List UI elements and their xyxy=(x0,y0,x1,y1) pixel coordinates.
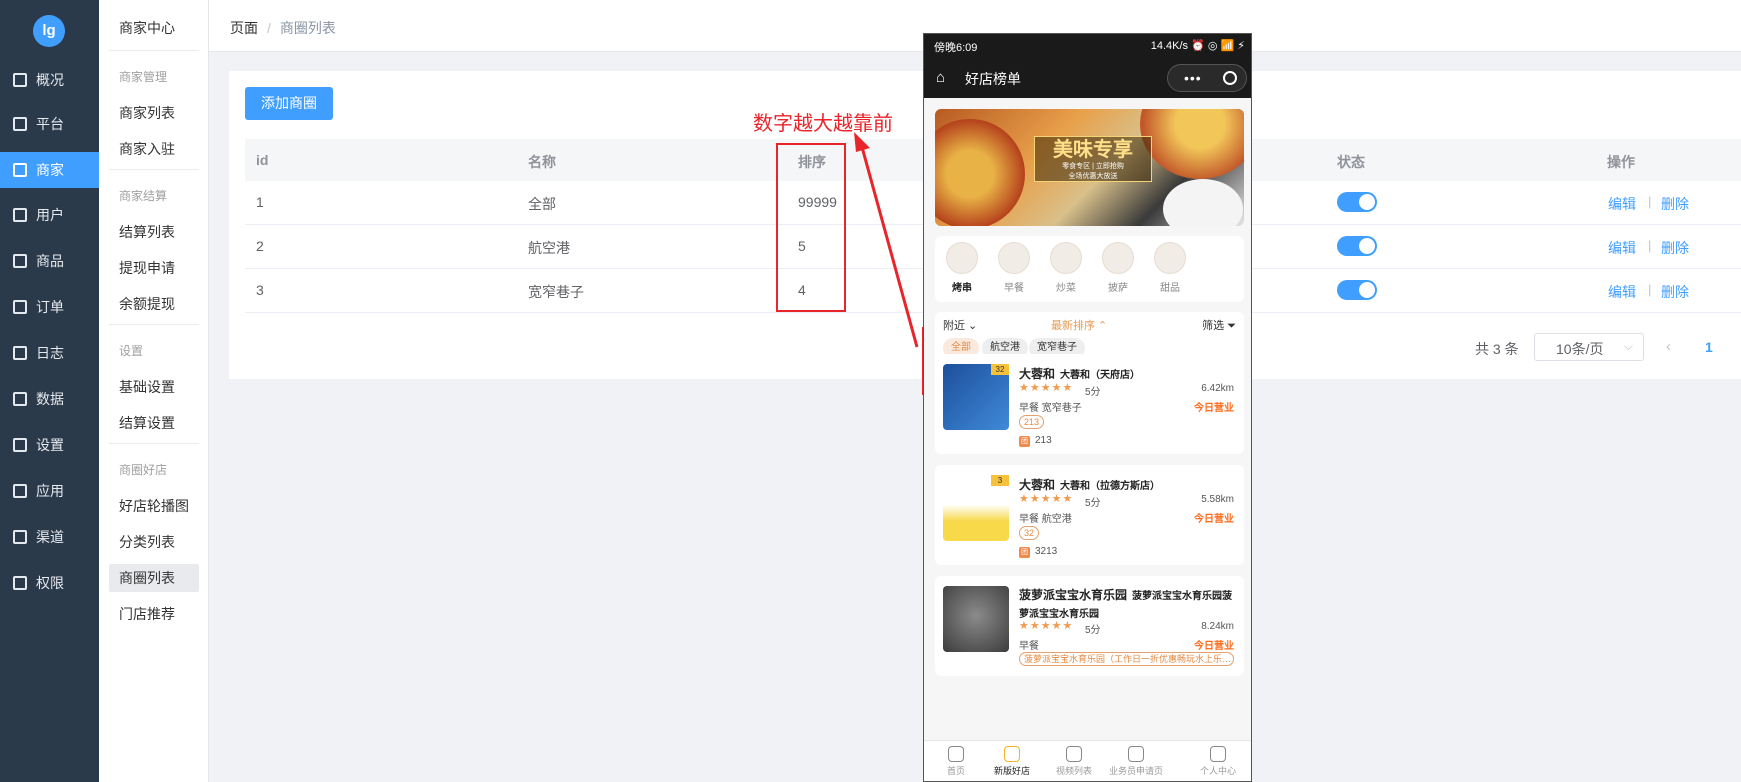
open-status: 今日营业 xyxy=(1194,641,1234,652)
shop-image xyxy=(943,586,1009,652)
rank-badge: 3 xyxy=(991,475,1009,486)
tab-home[interactable]: 首页 xyxy=(924,746,988,777)
tab-new-shops[interactable]: 新版好店 xyxy=(980,746,1044,777)
banner-title: 美味专享 xyxy=(1053,137,1133,161)
group-buy-icon: 团 xyxy=(1019,547,1030,558)
group-buy-icon: 团 xyxy=(1019,436,1030,447)
rank-badge: 32 xyxy=(991,364,1009,375)
category-label: 甜品 xyxy=(1160,283,1180,294)
pizza-image xyxy=(935,119,1025,226)
nearby-filter[interactable]: 附近 ⌄ xyxy=(943,317,977,333)
group-buy: 团 213 xyxy=(1019,435,1052,447)
shop-name: 大蓉和 大蓉和（拉德方斯店） xyxy=(1019,476,1160,493)
shop-name-text: 菠萝派宝宝水育乐园 xyxy=(1019,588,1128,602)
shop-score: 5分 xyxy=(1085,387,1101,398)
shop-name: 菠萝派宝宝水育乐园 菠萝派宝宝水育乐园菠萝派宝宝水育乐园 xyxy=(1019,587,1234,623)
shop-tag-pill: 菠萝派宝宝水育乐园（工作日一折优惠畅玩水上乐… xyxy=(1019,652,1234,666)
shop-tags: 早餐 xyxy=(1019,641,1039,652)
pizza-image xyxy=(1140,109,1244,179)
phone-status-bar: 傍晚6:09 14.4K/s ⏰ ◎ 📶 ⚡ xyxy=(924,34,1251,58)
category-item[interactable]: 披萨 xyxy=(1098,242,1138,294)
banner-caption: 美味专享 零食专区 | 立即抢购 全场优惠大放送 xyxy=(1034,136,1152,182)
shop-distance: 8.24km xyxy=(1201,621,1234,632)
shop-branch: 大蓉和（天府店） xyxy=(1060,370,1141,381)
stir-fry-icon xyxy=(1050,242,1082,274)
open-status: 今日营业 xyxy=(1194,514,1234,525)
phone-preview: 傍晚6:09 14.4K/s ⏰ ◎ 📶 ⚡ ⌂ 好店榜单 ••• 美味专享 零… xyxy=(923,33,1252,782)
category-item[interactable]: 甜品 xyxy=(1150,242,1190,294)
breakfast-icon xyxy=(998,242,1030,274)
tab-profile[interactable]: 个人中心 xyxy=(1186,746,1250,777)
shop-name-text: 大蓉和 xyxy=(1019,478,1056,492)
category-label: 炒菜 xyxy=(1056,283,1076,294)
star-rating: ★★★★★ xyxy=(1019,493,1074,505)
skewer-icon xyxy=(946,242,978,274)
shop-tags: 早餐 航空港 xyxy=(1019,514,1072,525)
screen-filter[interactable]: 筛选 ⏷ xyxy=(1202,317,1236,333)
tab-video-list[interactable]: 视频列表 xyxy=(1042,746,1106,777)
shop-branch: 大蓉和（拉德方斯店） xyxy=(1060,481,1161,492)
shop-score: 5分 xyxy=(1085,625,1101,636)
tab-label: 视频列表 xyxy=(1055,766,1092,776)
status-time: 傍晚6:09 xyxy=(934,42,978,54)
tab-label: 个人中心 xyxy=(1199,766,1236,776)
shop-card[interactable]: 32 大蓉和 大蓉和（天府店） ★★★★★ 5分 6.42km 早餐 宽窄巷子 今… xyxy=(935,354,1244,454)
shop-distance: 6.42km xyxy=(1201,383,1234,394)
category-strip: 烤串 早餐 炒菜 披萨 甜品 xyxy=(935,236,1244,302)
shop-card[interactable]: 菠萝派宝宝水育乐园 菠萝派宝宝水育乐园菠萝派宝宝水育乐园 ★★★★★ 5分 8.2… xyxy=(935,576,1244,676)
pizza-icon xyxy=(1102,242,1134,274)
promo-banner[interactable]: 美味专享 零食专区 | 立即抢购 全场优惠大放送 xyxy=(935,109,1244,226)
phone-nav-title: 好店榜单 xyxy=(965,71,1021,87)
person-icon xyxy=(1210,746,1226,762)
tab-salesman-apply[interactable]: 业务员申请页 xyxy=(1104,746,1168,777)
shop-distance: 5.58km xyxy=(1201,494,1234,505)
star-rating: ★★★★★ xyxy=(1019,620,1074,632)
apply-icon xyxy=(1128,746,1144,762)
more-icon[interactable]: ••• xyxy=(1184,70,1202,86)
annotation-arrow xyxy=(854,132,919,348)
banner-subtitle-2: 全场优惠大放送 xyxy=(1068,173,1118,180)
home-icon[interactable]: ⌂ xyxy=(936,69,945,86)
crown-icon xyxy=(1004,746,1020,762)
plate-image xyxy=(1163,179,1243,226)
close-target-icon[interactable] xyxy=(1223,71,1237,85)
category-item[interactable]: 早餐 xyxy=(994,242,1034,294)
group-buy: 团 3213 xyxy=(1019,546,1057,558)
shop-tag-pill: 32 xyxy=(1019,526,1040,540)
shop-tag-pill: 213 xyxy=(1019,415,1045,429)
status-indicators: 14.4K/s ⏰ ◎ 📶 ⚡ xyxy=(1150,40,1245,52)
category-label: 烤串 xyxy=(952,283,972,294)
home-icon xyxy=(948,746,964,762)
category-item[interactable]: 烤串 xyxy=(942,242,982,294)
tab-label: 首页 xyxy=(946,766,965,776)
open-status: 今日营业 xyxy=(1194,403,1234,414)
shop-score: 5分 xyxy=(1085,498,1101,509)
sort-filter[interactable]: 最新排序 ⌃ xyxy=(1051,317,1107,333)
shop-tags: 早餐 宽窄巷子 xyxy=(1019,403,1082,414)
phone-tab-bar: 首页 新版好店 视频列表 业务员申请页 个人中心 xyxy=(924,740,1251,781)
category-label: 披萨 xyxy=(1108,283,1128,294)
star-rating: ★★★★★ xyxy=(1019,382,1074,394)
tab-label: 业务员申请页 xyxy=(1108,766,1163,776)
miniprogram-capsule: ••• xyxy=(1167,64,1247,92)
shop-card[interactable]: 3 大蓉和 大蓉和（拉德方斯店） ★★★★★ 5分 5.58km 早餐 航空港 今… xyxy=(935,465,1244,565)
dessert-icon xyxy=(1154,242,1186,274)
video-icon xyxy=(1066,746,1082,762)
category-item[interactable]: 炒菜 xyxy=(1046,242,1086,294)
banner-subtitle: 零食专区 | 立即抢购 xyxy=(1062,163,1124,170)
group-buy-count: 213 xyxy=(1035,435,1052,446)
category-label: 早餐 xyxy=(1004,283,1024,294)
shop-name: 大蓉和 大蓉和（天府店） xyxy=(1019,365,1140,382)
shop-name-text: 大蓉和 xyxy=(1019,367,1056,381)
phone-nav-bar: ⌂ 好店榜单 ••• xyxy=(924,58,1251,98)
group-buy-count: 3213 xyxy=(1035,546,1058,557)
tab-label: 新版好店 xyxy=(993,766,1030,776)
